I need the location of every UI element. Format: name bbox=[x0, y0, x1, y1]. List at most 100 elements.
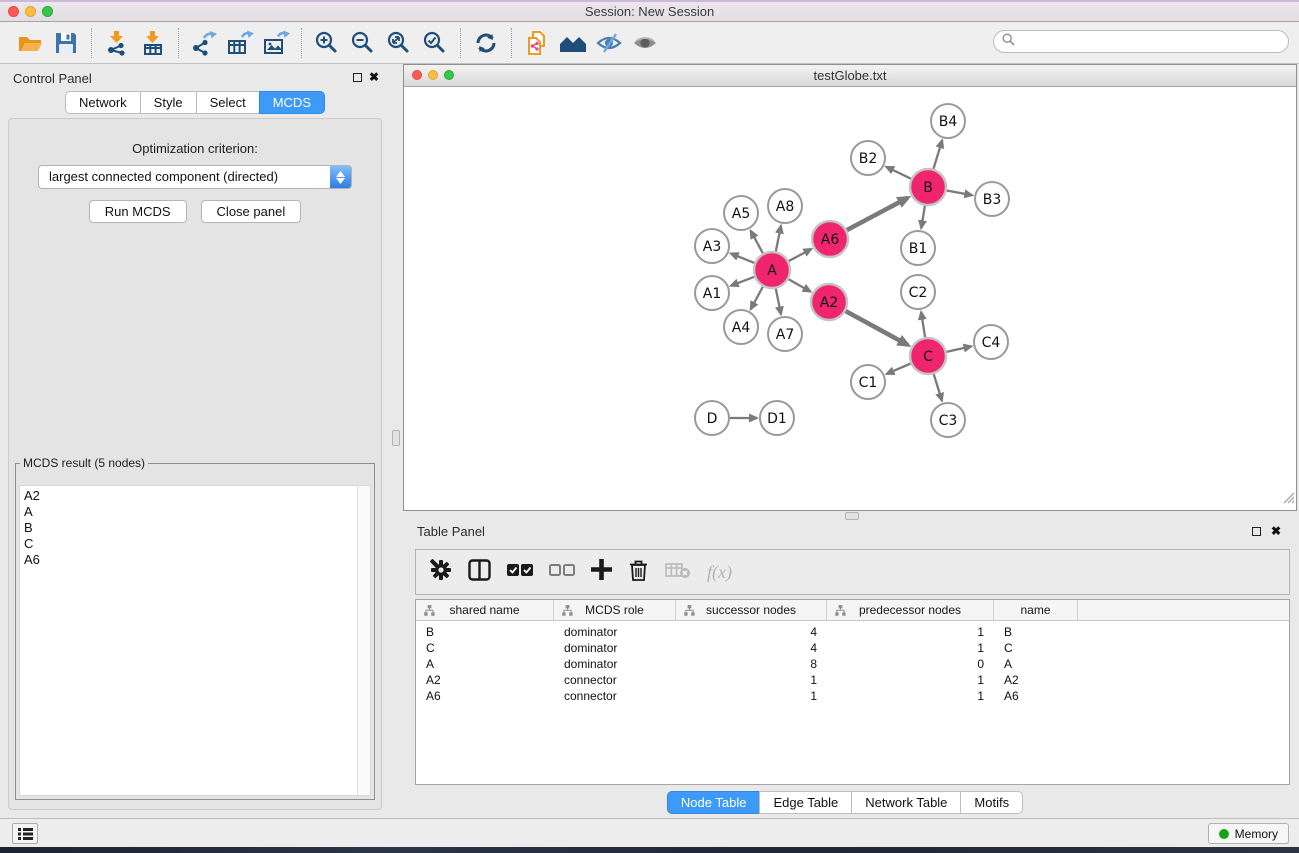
float-table-panel-icon[interactable] bbox=[1252, 527, 1261, 536]
graph-node-D1[interactable]: D1 bbox=[760, 401, 794, 435]
add-column-icon[interactable] bbox=[591, 559, 612, 585]
zoom-out-icon[interactable] bbox=[345, 27, 381, 59]
deselect-all-icon[interactable] bbox=[549, 563, 575, 582]
task-history-button[interactable] bbox=[12, 823, 38, 844]
list-scrollbar[interactable] bbox=[357, 486, 370, 795]
search-box[interactable] bbox=[993, 30, 1289, 53]
save-session-icon[interactable] bbox=[48, 27, 84, 59]
network-graph[interactable]: B4B2BB3B1A5A8A6A3AA1A2A4A7C2C4CC1C3DD1 bbox=[404, 88, 1296, 510]
column-header-successor-nodes[interactable]: successor nodes bbox=[676, 600, 827, 620]
export-network-icon[interactable] bbox=[186, 27, 222, 59]
graph-node-C1[interactable]: C1 bbox=[851, 365, 885, 399]
graph-node-C2[interactable]: C2 bbox=[901, 275, 935, 309]
graph-node-D[interactable]: D bbox=[695, 401, 729, 435]
graph-node-A8[interactable]: A8 bbox=[768, 189, 802, 223]
tab-edge-table[interactable]: Edge Table bbox=[759, 791, 852, 814]
tab-style[interactable]: Style bbox=[140, 91, 197, 114]
graph-node-C3[interactable]: C3 bbox=[931, 403, 965, 437]
graph-node-A5[interactable]: A5 bbox=[724, 196, 758, 230]
criterion-dropdown[interactable]: largest connected component (directed) bbox=[38, 165, 352, 189]
mcds-result-item[interactable]: B bbox=[20, 520, 370, 536]
graph-node-B4[interactable]: B4 bbox=[931, 104, 965, 138]
mcds-result-item[interactable]: A2 bbox=[20, 488, 370, 504]
graph-edge-A-A3[interactable] bbox=[731, 253, 755, 263]
graph-node-B2[interactable]: B2 bbox=[851, 141, 885, 175]
graph-edge-B-B1[interactable] bbox=[921, 206, 925, 229]
window-resize-grip[interactable] bbox=[1282, 491, 1295, 509]
graph-node-C[interactable]: C bbox=[910, 338, 946, 374]
tab-network[interactable]: Network bbox=[65, 91, 141, 114]
graph-edge-A-A7[interactable] bbox=[776, 289, 781, 315]
graph-node-B3[interactable]: B3 bbox=[975, 182, 1009, 216]
graph-node-A7[interactable]: A7 bbox=[768, 317, 802, 351]
graph-node-B[interactable]: B bbox=[910, 169, 946, 205]
close-window-button[interactable] bbox=[8, 6, 19, 17]
graph-edge-C-C2[interactable] bbox=[921, 312, 925, 337]
graph-edge-B-B4[interactable] bbox=[934, 140, 943, 169]
tab-network-table[interactable]: Network Table bbox=[851, 791, 961, 814]
tab-node-table[interactable]: Node Table bbox=[667, 791, 761, 814]
graph-edge-A-A4[interactable] bbox=[751, 287, 763, 310]
graph-node-A3[interactable]: A3 bbox=[695, 229, 729, 263]
graph-node-A4[interactable]: A4 bbox=[724, 310, 758, 344]
graph-edge-B-B2[interactable] bbox=[886, 167, 911, 179]
close-panel-button[interactable]: Close panel bbox=[201, 200, 302, 223]
memory-button[interactable]: Memory bbox=[1208, 823, 1289, 844]
run-mcds-button[interactable]: Run MCDS bbox=[89, 200, 187, 223]
export-image-icon[interactable] bbox=[258, 27, 294, 59]
mcds-result-item[interactable]: C bbox=[20, 536, 370, 552]
close-panel-icon[interactable]: ✖ bbox=[369, 70, 379, 84]
graph-edge-A-A6[interactable] bbox=[789, 249, 812, 261]
mcds-result-item[interactable]: A bbox=[20, 504, 370, 520]
import-table-icon[interactable] bbox=[135, 27, 171, 59]
network-close-button[interactable] bbox=[412, 70, 422, 80]
columns-icon[interactable] bbox=[468, 559, 491, 586]
zoom-in-icon[interactable] bbox=[309, 27, 345, 59]
graph-edge-C-C4[interactable] bbox=[947, 346, 972, 352]
gear-icon[interactable] bbox=[430, 559, 452, 586]
network-canvas[interactable]: B4B2BB3B1A5A8A6A3AA1A2A4A7C2C4CC1C3DD1 bbox=[404, 88, 1296, 510]
graph-edge-B-B3[interactable] bbox=[947, 191, 973, 196]
delete-column-icon[interactable] bbox=[628, 559, 649, 586]
graph-edge-C-C1[interactable] bbox=[886, 364, 910, 374]
table-row[interactable]: A2connector11A2 bbox=[416, 672, 1289, 688]
network-zoom-button[interactable] bbox=[444, 70, 454, 80]
zoom-fit-icon[interactable] bbox=[381, 27, 417, 59]
graph-edge-A6-B[interactable] bbox=[847, 198, 908, 230]
home-icon[interactable] bbox=[555, 27, 591, 59]
graph-node-B1[interactable]: B1 bbox=[901, 231, 935, 265]
visibility-icon[interactable] bbox=[627, 27, 663, 59]
mcds-result-item[interactable]: A6 bbox=[20, 552, 370, 568]
minimize-window-button[interactable] bbox=[25, 6, 36, 17]
open-session-icon[interactable] bbox=[12, 27, 48, 59]
graph-node-A2[interactable]: A2 bbox=[811, 284, 847, 320]
tab-motifs[interactable]: Motifs bbox=[960, 791, 1023, 814]
graph-node-C4[interactable]: C4 bbox=[974, 325, 1008, 359]
export-table-icon[interactable] bbox=[222, 27, 258, 59]
close-table-panel-icon[interactable]: ✖ bbox=[1271, 524, 1281, 538]
column-header-name[interactable]: name bbox=[994, 600, 1078, 620]
float-panel-icon[interactable] bbox=[353, 73, 362, 82]
graph-edge-A-A2[interactable] bbox=[789, 279, 811, 291]
graph-edge-C-C3[interactable] bbox=[934, 374, 942, 401]
zoom-window-button[interactable] bbox=[42, 6, 53, 17]
column-header-mcds-role[interactable]: MCDS role bbox=[554, 600, 676, 620]
search-input[interactable] bbox=[1020, 33, 1288, 51]
graph-edge-A2-C[interactable] bbox=[846, 311, 908, 345]
column-header-shared-name[interactable]: shared name bbox=[416, 600, 554, 620]
refresh-icon[interactable] bbox=[468, 27, 504, 59]
tab-mcds[interactable]: MCDS bbox=[259, 91, 325, 114]
column-header-predecessor-nodes[interactable]: predecessor nodes bbox=[827, 600, 994, 620]
select-all-icon[interactable] bbox=[507, 563, 533, 582]
graph-edge-A-A8[interactable] bbox=[776, 226, 781, 252]
table-row[interactable]: Bdominator41B bbox=[416, 624, 1289, 640]
table-row[interactable]: Cdominator41C bbox=[416, 640, 1289, 656]
hide-visibility-icon[interactable] bbox=[591, 27, 627, 59]
table-row[interactable]: A6connector11A6 bbox=[416, 688, 1289, 704]
table-row[interactable]: Adominator80A bbox=[416, 656, 1289, 672]
network-minimize-button[interactable] bbox=[428, 70, 438, 80]
duplicate-network-icon[interactable] bbox=[519, 27, 555, 59]
graph-node-A1[interactable]: A1 bbox=[695, 276, 729, 310]
graph-edge-A-A1[interactable] bbox=[731, 277, 755, 286]
import-network-icon[interactable] bbox=[99, 27, 135, 59]
